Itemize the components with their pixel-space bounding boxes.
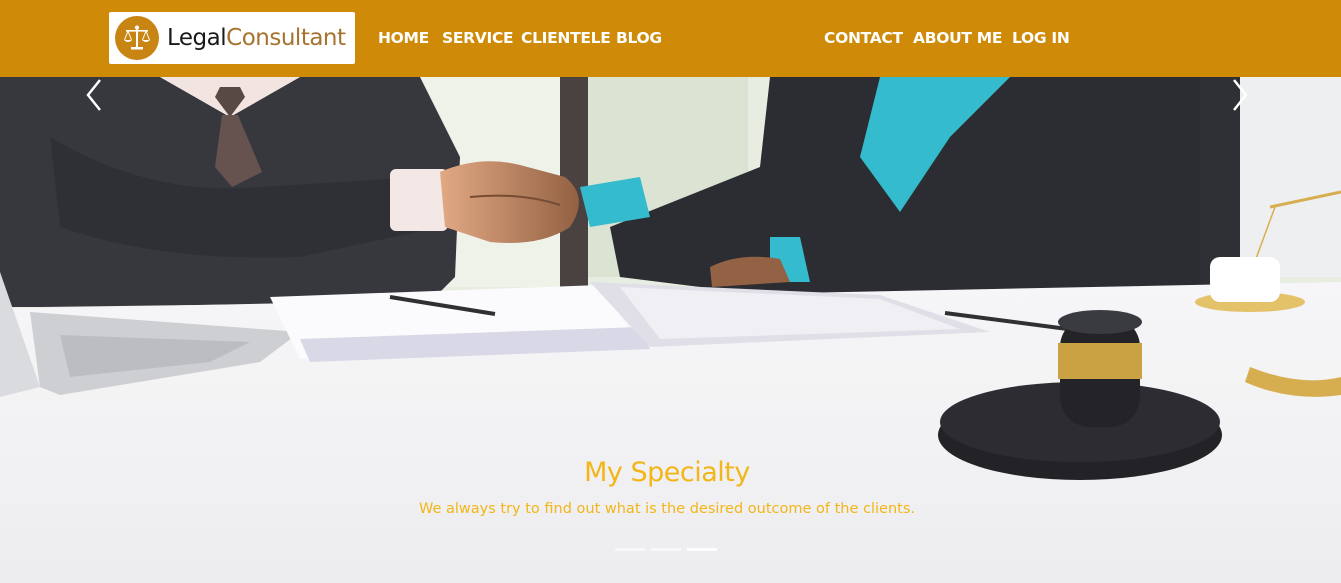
nav-home-link[interactable]: HOME [378, 29, 429, 47]
brand-name: LegalConsultant [167, 25, 346, 51]
brand-logo[interactable]: LegalConsultant [109, 12, 355, 64]
brand-name-consultant: Consultant [226, 25, 346, 51]
hero-carousel: My Specialty We always try to find out w… [0, 77, 1341, 583]
brand-name-legal: Legal [167, 25, 227, 51]
chevron-left-icon[interactable] [84, 77, 104, 113]
scales-of-justice-icon [115, 16, 159, 60]
carousel-caption-text: We always try to find out what is the de… [418, 501, 916, 517]
nav-about-me-link[interactable]: ABOUT ME [913, 29, 1002, 47]
top-navbar: LegalConsultant HOME SERVICE CLIENTELE B… [0, 0, 1341, 77]
chevron-right-icon[interactable] [1230, 77, 1250, 113]
carousel-indicator-2[interactable] [651, 548, 681, 551]
carousel-indicator-3[interactable] [687, 548, 717, 551]
nav-service-link[interactable]: SERVICE [442, 29, 514, 47]
nav-blog-link[interactable]: BLOG [616, 29, 662, 47]
nav-clientele-link[interactable]: CLIENTELE [521, 29, 611, 47]
carousel-caption-title: My Specialty [584, 457, 750, 488]
nav-login-link[interactable]: LOG IN [1012, 29, 1070, 47]
nav-contact-link[interactable]: CONTACT [824, 29, 903, 47]
carousel-indicator-1[interactable] [615, 548, 645, 551]
